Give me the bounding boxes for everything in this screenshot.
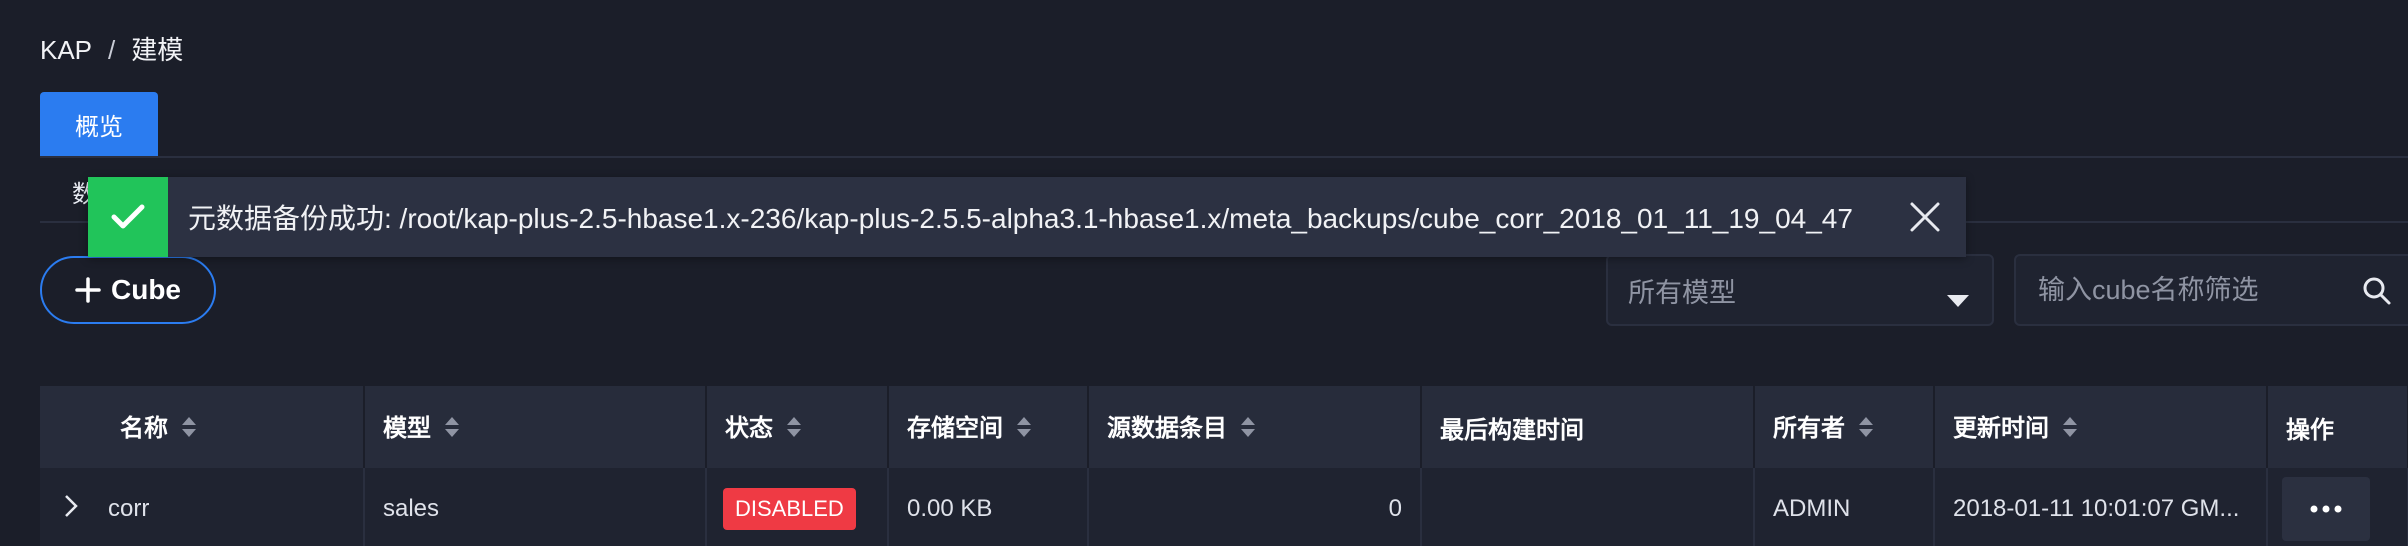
table-header-row: 名称 模型 状态 存储空间 源数据条目 最后构建时间 所有者 更新时间 操作 <box>40 386 2408 468</box>
sort-icon[interactable] <box>1239 415 1257 446</box>
more-actions-button[interactable] <box>2282 477 2370 541</box>
column-label: 存储空间 <box>907 415 1003 443</box>
cell-model: sales <box>364 468 707 546</box>
column-header-last-build-time: 最后构建时间 <box>1421 386 1755 468</box>
column-header-status[interactable]: 状态 <box>706 386 889 468</box>
column-label: 状态 <box>725 415 773 443</box>
cell-name: corr <box>40 468 365 546</box>
breadcrumb-separator: / <box>108 35 116 65</box>
cell-source-records: 0 <box>1088 468 1422 546</box>
page: KAP/建模 概览 数 Cube 所有模型 名称 模型 状态 存储空间 <box>0 0 2408 546</box>
tab-overview[interactable]: 概览 <box>40 92 158 156</box>
table-row[interactable]: corr sales DISABLED 0.00 KB 0 ADMIN 2018… <box>40 468 2408 546</box>
caret-down-icon <box>1946 284 1970 315</box>
cell-actions <box>2267 468 2408 546</box>
column-header-storage[interactable]: 存储空间 <box>888 386 1089 468</box>
add-cube-label: Cube <box>111 274 181 305</box>
more-icon <box>2310 505 2342 513</box>
column-header-updated[interactable]: 更新时间 <box>1934 386 2268 468</box>
tab-divider <box>40 156 2408 158</box>
sort-icon[interactable] <box>785 415 803 446</box>
status-badge: DISABLED <box>723 488 856 530</box>
search-icon[interactable] <box>2362 276 2392 311</box>
sort-icon[interactable] <box>2061 415 2079 446</box>
search-field[interactable] <box>2014 254 2408 326</box>
cell-storage: 0.00 KB <box>888 468 1089 546</box>
breadcrumb: KAP / 建模 <box>40 30 183 67</box>
model-select-value: 所有模型 <box>1628 277 1736 308</box>
column-label: 更新时间 <box>1953 415 2049 443</box>
cell-updated: 2018-01-11 10:01:07 GM... <box>1934 468 2268 546</box>
cell-last-build-time <box>1421 468 1755 546</box>
cube-name[interactable]: corr <box>108 494 149 521</box>
sort-icon[interactable] <box>443 415 461 446</box>
cell-owner: ADMIN <box>1754 468 1935 546</box>
column-header-source-records[interactable]: 源数据条目 <box>1088 386 1422 468</box>
column-label: 模型 <box>383 415 431 443</box>
plus-icon <box>75 277 101 303</box>
search-input[interactable] <box>2036 273 2340 307</box>
chevron-right-icon[interactable] <box>64 494 78 525</box>
sort-icon[interactable] <box>1015 415 1033 446</box>
model-select[interactable]: 所有模型 <box>1606 254 1994 326</box>
cube-table: 名称 模型 状态 存储空间 源数据条目 最后构建时间 所有者 更新时间 操作 c… <box>40 386 2408 546</box>
column-label: 操作 <box>2286 416 2334 444</box>
check-icon <box>88 177 168 257</box>
column-header-owner[interactable]: 所有者 <box>1754 386 1935 468</box>
column-label: 源数据条目 <box>1107 415 1227 443</box>
add-cube-button[interactable]: Cube <box>40 256 216 324</box>
column-header-actions: 操作 <box>2267 386 2408 468</box>
cell-status: DISABLED <box>706 468 889 546</box>
column-label: 名称 <box>120 415 168 443</box>
breadcrumb-root[interactable]: KAP <box>40 35 92 65</box>
toast-message: 元数据备份成功: /root/kap-plus-2.5-hbase1.x-236… <box>188 203 1853 234</box>
breadcrumb-current: 建模 <box>131 35 184 65</box>
success-toast: 元数据备份成功: /root/kap-plus-2.5-hbase1.x-236… <box>88 177 1966 257</box>
column-label: 最后构建时间 <box>1440 416 1584 444</box>
column-header-model[interactable]: 模型 <box>364 386 707 468</box>
close-icon[interactable] <box>1906 198 1944 236</box>
column-label: 所有者 <box>1773 415 1845 443</box>
sort-icon[interactable] <box>180 415 198 446</box>
column-header-name[interactable]: 名称 <box>40 386 365 468</box>
sort-icon[interactable] <box>1857 415 1875 446</box>
